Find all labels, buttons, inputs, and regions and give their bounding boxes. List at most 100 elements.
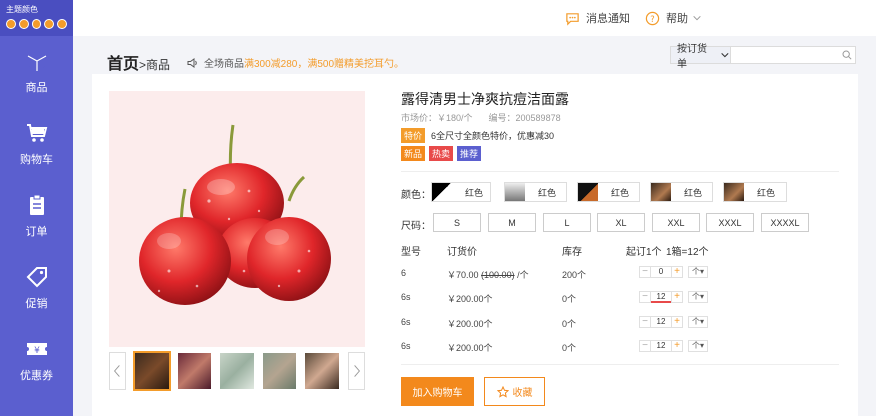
decrease-button[interactable]: −	[639, 266, 651, 278]
row-model: 6s	[401, 317, 411, 327]
row-price: ￥200.00个	[447, 294, 493, 304]
quantity-stepper: − 12 +	[639, 291, 683, 303]
search-bar: 按订货单	[670, 44, 856, 70]
product-thumbnail[interactable]	[132, 351, 171, 391]
sidebar-item-products[interactable]: 商品	[0, 36, 73, 108]
size-option[interactable]: L	[543, 213, 591, 232]
speaker-icon	[187, 57, 197, 68]
size-label: 尺码：	[401, 221, 431, 232]
unit-select-label: 个	[691, 292, 700, 301]
thumbnail-prev-button[interactable]	[109, 352, 126, 390]
unit-select-label: 个	[691, 341, 700, 350]
sidebar-item-label: 商品	[25, 82, 48, 94]
divider	[401, 364, 839, 365]
sidebar-item-orders[interactable]: 订单	[0, 180, 73, 252]
sidebar-item-label: 订单	[25, 226, 48, 238]
quantity-value[interactable]: 0	[651, 266, 671, 278]
product-thumbnail[interactable]	[262, 353, 297, 389]
unit-select[interactable]: 个▾	[688, 340, 708, 352]
favorite-label: 收藏	[512, 388, 533, 399]
row-stock: 0个	[562, 294, 577, 304]
notice-prefix: 全场商品	[204, 59, 244, 70]
search-button[interactable]	[839, 47, 855, 63]
svg-text:?: ?	[650, 13, 654, 23]
size-option[interactable]: XXXL	[706, 213, 754, 232]
quantity-value[interactable]: 12	[651, 316, 671, 328]
theme-color-dot[interactable]	[31, 19, 42, 29]
row-model: 6	[401, 268, 407, 278]
product-thumbnail[interactable]	[220, 353, 254, 389]
color-option-label: 红色	[684, 187, 703, 198]
product-thumbnail[interactable]	[305, 353, 340, 389]
product-thumbnail[interactable]	[177, 353, 212, 389]
color-option[interactable]: 红色	[431, 182, 491, 202]
increase-button[interactable]: +	[671, 266, 683, 278]
help-menu[interactable]: ? 帮助	[645, 10, 702, 26]
chevron-down-icon	[721, 52, 729, 58]
theme-color-dot[interactable]	[18, 19, 29, 29]
color-swatch	[724, 183, 744, 201]
help-circle-icon: ?	[645, 11, 660, 25]
increase-button[interactable]: +	[671, 291, 683, 303]
breadcrumb-separator: >	[139, 58, 147, 72]
quantity-value[interactable]: 12	[651, 291, 671, 303]
theme-label: 主题颜色	[6, 5, 38, 14]
color-swatch	[505, 183, 525, 201]
color-option[interactable]: 红色	[577, 182, 640, 202]
size-option[interactable]: XXXXL	[761, 213, 809, 232]
color-option[interactable]: 红色	[723, 182, 787, 202]
decrease-button[interactable]: −	[639, 291, 651, 303]
add-to-cart-button[interactable]: 加入购物车	[401, 377, 474, 406]
unit-select[interactable]: 个▾	[688, 291, 708, 303]
size-option[interactable]: S	[433, 213, 481, 232]
tag-new: 新品	[401, 146, 426, 161]
search-type-select[interactable]: 按订货单	[671, 44, 731, 70]
product-card: 露得清男士净爽抗痘洁面露 市场价：￥180/个 编号：200589878 特价 6…	[92, 74, 858, 416]
top-bar: 消息通知 ? 帮助	[73, 0, 876, 36]
size-option[interactable]: M	[488, 213, 536, 232]
sidebar-item-label: 促销	[25, 298, 48, 310]
sidebar-item-cart[interactable]: 购物车	[0, 108, 73, 180]
search-icon	[842, 50, 852, 60]
chevron-left-icon	[114, 365, 121, 377]
breadcrumb-current: 商品	[146, 58, 171, 72]
theme-color-dot[interactable]	[6, 19, 16, 29]
color-option-label: 红色	[465, 187, 484, 198]
sidebar-item-promotions[interactable]: 促销	[0, 252, 73, 324]
unit-select[interactable]: 个▾	[688, 316, 708, 328]
header-moq: 起订1个	[626, 247, 662, 258]
breadcrumb-home[interactable]: 首页	[107, 56, 139, 73]
size-option[interactable]: XXL	[652, 213, 700, 232]
quantity-stepper: − 12 +	[639, 316, 683, 328]
unit-select[interactable]: 个▾	[688, 266, 708, 278]
quantity-stepper: − 0 +	[639, 266, 683, 278]
sidebar: 主题颜色 商品 购物车 订单 促销 ¥ 优惠券	[0, 0, 73, 416]
thumbnail-next-button[interactable]	[348, 352, 365, 390]
row-price-value: ￥70.00	[447, 270, 479, 280]
favorite-button[interactable]: 收藏	[484, 377, 545, 406]
increase-button[interactable]: +	[671, 316, 683, 328]
theme-color-dot[interactable]	[57, 19, 67, 29]
search-input[interactable]	[731, 47, 839, 63]
size-option[interactable]: XL	[597, 213, 645, 232]
breadcrumb: 首页>商品	[107, 50, 170, 74]
decrease-button[interactable]: −	[639, 316, 651, 328]
notifications-link[interactable]: 消息通知	[565, 10, 630, 26]
color-option-label: 红色	[757, 187, 776, 198]
color-swatch	[651, 183, 671, 201]
row-price: ￥200.00个	[447, 319, 493, 329]
divider	[401, 171, 839, 172]
sidebar-item-coupons[interactable]: ¥ 优惠券	[0, 324, 73, 396]
decrease-button[interactable]: −	[639, 340, 651, 352]
color-option[interactable]: 红色	[650, 182, 713, 202]
page-header: 首页>商品 全场商品 满300减280， 满500赠精美挖耳勺。 按订货单	[73, 36, 876, 76]
header-stock: 库存	[562, 247, 582, 258]
theme-color-dot[interactable]	[44, 19, 55, 29]
row-price-unit: /个	[517, 270, 529, 280]
color-option[interactable]: 红色	[504, 182, 567, 202]
increase-button[interactable]: +	[671, 340, 683, 352]
quantity-value[interactable]: 12	[651, 340, 671, 352]
header-box: 1箱=12个	[666, 247, 709, 258]
market-price: 市场价：￥180/个	[401, 113, 473, 123]
row-stock: 200个	[562, 270, 587, 280]
